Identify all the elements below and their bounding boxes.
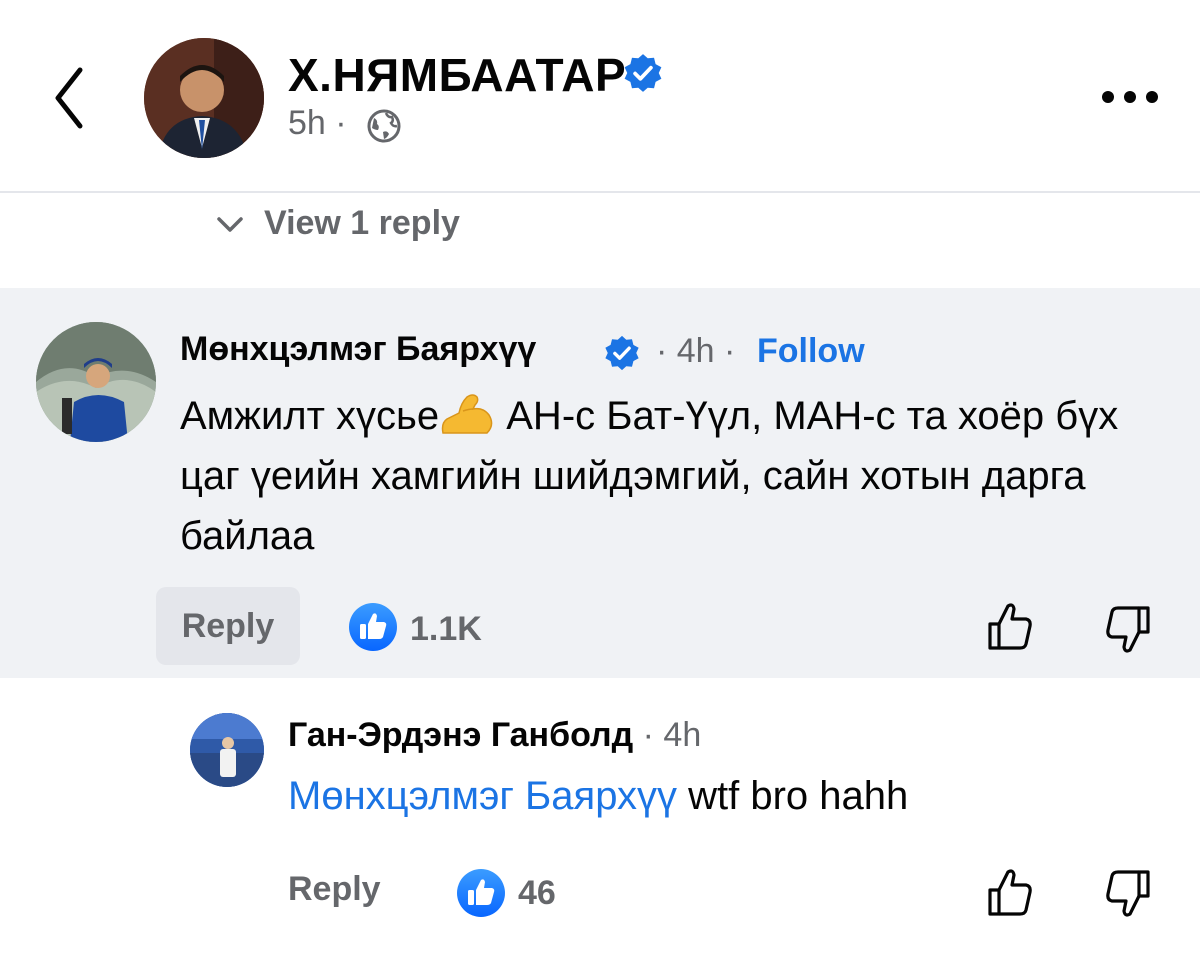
globe-icon — [367, 109, 401, 143]
author-name[interactable]: Х.НЯМБААТАР — [288, 48, 626, 102]
comment-text: Амжилт хүсье АН-с Бат-Үүл, МАН-с та хоёр… — [180, 386, 1180, 566]
like-reaction-icon — [349, 603, 397, 651]
chevron-down-icon — [217, 217, 243, 232]
like-reaction-icon — [457, 869, 505, 917]
flexed-biceps-emoji — [441, 394, 493, 434]
verified-badge-icon — [624, 54, 662, 92]
reply-button-label: Reply — [181, 607, 275, 645]
downvote-icon[interactable] — [1104, 868, 1152, 920]
like-count[interactable]: 46 — [518, 874, 556, 913]
verified-badge-icon — [605, 335, 639, 371]
comment-thread-page: Х.НЯМБААТАР 5h · View 1 reply Мөнхцэлмэг… — [0, 0, 1200, 958]
upvote-icon[interactable] — [986, 866, 1034, 918]
like-count[interactable]: 1.1K — [410, 610, 482, 649]
reply-button[interactable]: Reply — [156, 587, 300, 665]
back-button[interactable] — [44, 62, 100, 134]
view-replies-label: View 1 reply — [264, 204, 460, 242]
commenter-name[interactable]: Мөнхцэлмэг Баярхүү — [180, 330, 536, 368]
comment-text-start: Амжилт хүсье — [180, 394, 440, 438]
post-header: Х.НЯМБААТАР 5h · — [0, 0, 1200, 192]
commenter-avatar[interactable] — [36, 322, 156, 442]
replier-avatar-image — [190, 713, 264, 787]
replier-avatar[interactable] — [190, 713, 264, 787]
author-avatar[interactable] — [144, 38, 264, 158]
header-divider — [0, 191, 1200, 193]
reply-timestamp: · 4h — [633, 716, 702, 754]
reply-header: Ган-Эрдэнэ Ганболд · 4h — [288, 716, 701, 755]
reply-text: Мөнхцэлмэг Баярхүү wtf bro hahh — [288, 774, 908, 819]
comment-timestamp: · 4h · — [656, 332, 736, 370]
mention-link[interactable]: Мөнхцэлмэг Баярхүү — [288, 774, 677, 818]
reply-button[interactable]: Reply — [288, 870, 381, 909]
downvote-icon[interactable] — [1104, 604, 1152, 656]
author-avatar-image — [144, 38, 264, 158]
commenter-avatar-image — [36, 322, 156, 442]
more-horizontal-icon — [1102, 91, 1158, 103]
reply-text-body: wtf bro hahh — [677, 774, 909, 818]
chevron-left-icon — [55, 67, 83, 129]
comment-header: Мөнхцэлмэг Баярхүү — [180, 330, 536, 376]
more-options-button[interactable] — [1098, 82, 1162, 112]
follow-button[interactable]: Follow — [757, 332, 865, 371]
upvote-icon[interactable] — [986, 600, 1034, 652]
replier-name[interactable]: Ган-Эрдэнэ Ганболд — [288, 716, 633, 754]
post-timestamp: 5h · — [288, 104, 347, 142]
